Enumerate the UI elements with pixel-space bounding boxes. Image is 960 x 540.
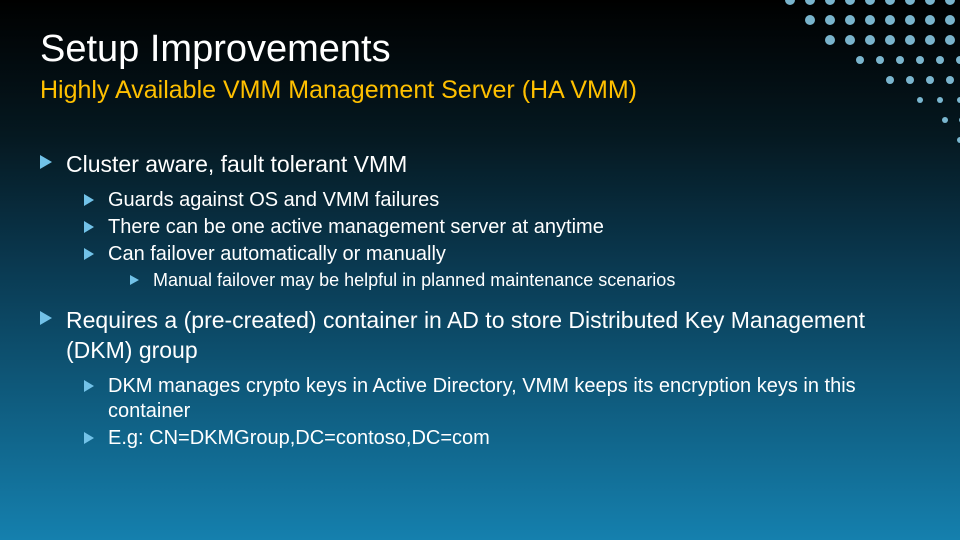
bullet-level-2: Can failover automatically or manually: [84, 242, 920, 267]
bullet-level-2: There can be one active management serve…: [84, 215, 920, 240]
bullet-arrow-icon: [130, 275, 139, 285]
bullet-level-2: Guards against OS and VMM failures: [84, 188, 920, 213]
bullet-text: Requires a (pre-created) container in AD…: [66, 306, 896, 366]
bullet-text: Can failover automatically or manually: [108, 242, 446, 267]
bullet-arrow-icon: [84, 221, 94, 233]
bullet-text: DKM manages crypto keys in Active Direct…: [108, 374, 920, 424]
bullet-arrow-icon: [84, 194, 94, 206]
bullet-arrow-icon: [40, 155, 52, 169]
bullet-level-1: Requires a (pre-created) container in AD…: [40, 306, 920, 366]
bullet-level-2: DKM manages crypto keys in Active Direct…: [84, 374, 920, 424]
bullet-level-1: Cluster aware, fault tolerant VMM: [40, 150, 920, 180]
slide-subtitle: Highly Available VMM Management Server (…: [40, 76, 637, 105]
bullet-arrow-icon: [84, 248, 94, 260]
slide-title: Setup Improvements: [40, 28, 391, 71]
bullet-arrow-icon: [84, 432, 94, 444]
bullet-text: Cluster aware, fault tolerant VMM: [66, 150, 407, 180]
slide-content: Cluster aware, fault tolerant VMM Guards …: [40, 150, 920, 453]
bullet-text: Manual failover may be helpful in planne…: [153, 269, 675, 292]
bullet-arrow-icon: [84, 380, 94, 392]
bullet-level-3: Manual failover may be helpful in planne…: [130, 269, 920, 292]
bullet-text: Guards against OS and VMM failures: [108, 188, 439, 213]
bullet-level-2: E.g: CN=DKMGroup,DC=contoso,DC=com: [84, 426, 920, 451]
bullet-text: There can be one active management serve…: [108, 215, 604, 240]
bullet-arrow-icon: [40, 311, 52, 325]
bullet-text: E.g: CN=DKMGroup,DC=contoso,DC=com: [108, 426, 490, 451]
